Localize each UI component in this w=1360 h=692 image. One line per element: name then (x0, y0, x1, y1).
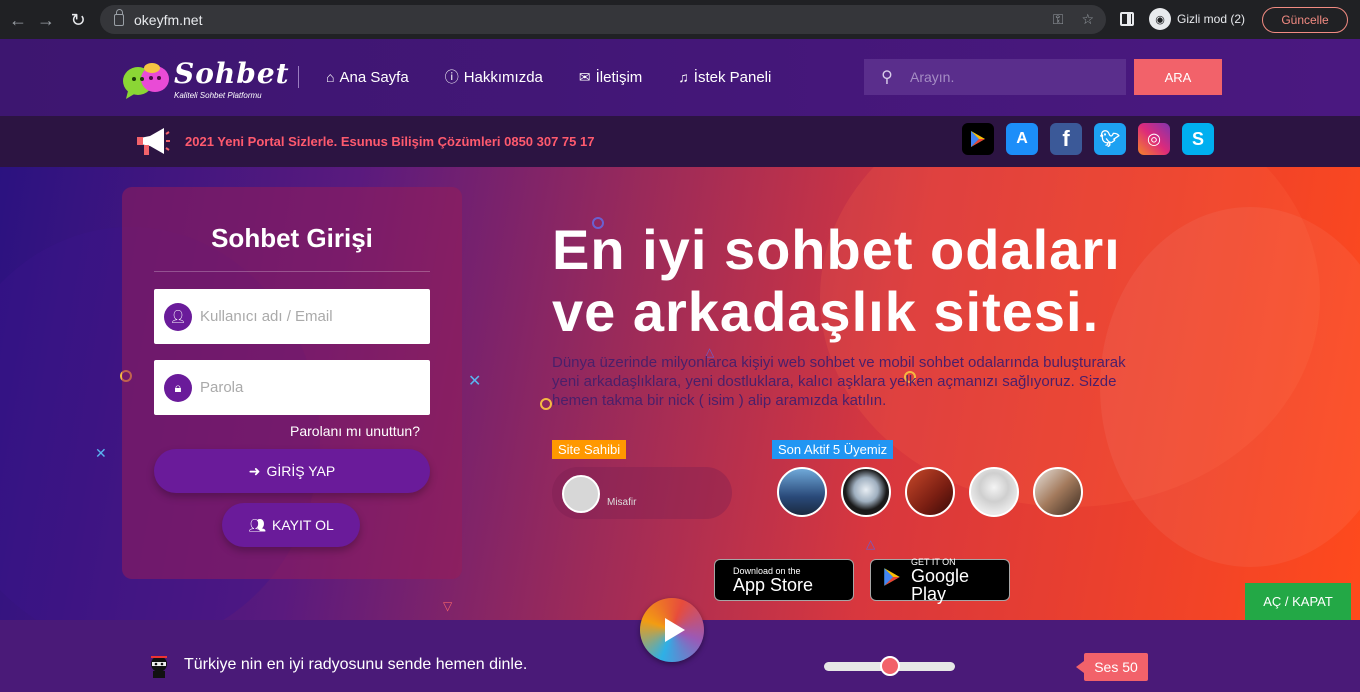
google-play-button[interactable]: GET IT ON Google Play (870, 557, 1010, 604)
google-play-icon (881, 566, 903, 594)
forgot-password-link[interactable]: Parolanı mı unuttun? (290, 423, 420, 439)
avatar (562, 475, 600, 513)
volume-label: Ses 50 (1076, 653, 1148, 681)
cross-decoration: ✕ (468, 373, 482, 390)
avatar[interactable] (841, 467, 891, 517)
ninja-icon (151, 656, 167, 678)
login-button-label: GİRİŞ YAP (266, 463, 336, 479)
login-divider (154, 271, 430, 272)
google-play-icon[interactable] (962, 123, 994, 155)
search-icon: ⚲ (881, 69, 893, 86)
menu-label: Hakkımızda (463, 68, 543, 86)
lock-icon: 🔒︎ (164, 373, 192, 402)
radio-tagline: Türkiye nin en iyi radyosunu sende hemen… (184, 656, 528, 673)
password-field: 🔒︎ (154, 360, 430, 415)
incognito-indicator[interactable]: ◉ Gizli mod (2) (1149, 8, 1245, 30)
register-button[interactable]: 👥︎ KAYIT OL (222, 503, 360, 547)
app-store-button[interactable]: Download on the App Store (714, 559, 854, 601)
volume-slider-thumb[interactable] (879, 656, 900, 676)
site-owner-card[interactable]: Misafir (552, 467, 732, 519)
menu-label: İstek Paneli (693, 68, 772, 86)
hero-headline: En iyi sohbet odaları ve arkadaşlık site… (552, 219, 1192, 343)
url-text: okeyfm.net (134, 11, 203, 28)
sign-in-icon: ➜ (248, 462, 261, 479)
recent-members (777, 467, 1083, 517)
store-large-text: Google Play (911, 566, 970, 604)
avatar[interactable] (777, 467, 827, 517)
menu-label: Ana Sayfa (339, 68, 409, 86)
logo-tagline: Kaliteli Sohbet Platformu (174, 91, 262, 100)
instagram-icon[interactable]: ◎ (1138, 123, 1170, 155)
megaphone-icon (137, 128, 170, 155)
main-menu: ⌂ Ana Sayfa ⓘ Hakkımızda ✉ İletişim ♫ İs… (326, 67, 771, 87)
cross-decoration: ✕ (95, 445, 107, 461)
app-store-icon[interactable]: A (1006, 123, 1038, 155)
username-field: 👤︎ (154, 289, 430, 344)
lock-icon (114, 8, 124, 26)
owner-badge: Site Sahibi (552, 440, 627, 459)
browser-toolbar: ← → ↻ okeyfm.net ⚿ ☆ ◉ Gizli mod (2) Gün… (0, 0, 1360, 39)
incognito-icon: ◉ (1149, 8, 1171, 30)
forward-icon[interactable]: → (32, 6, 60, 34)
envelope-icon: ✉ (578, 68, 591, 85)
members-badge: Son Aktif 5 Üyemiz (772, 440, 894, 459)
side-panel-icon[interactable] (1120, 12, 1134, 26)
site-logo[interactable]: Sohbet Kaliteli Sohbet Platformu (122, 57, 289, 105)
avatar[interactable] (969, 467, 1019, 517)
header-divider (298, 66, 299, 88)
play-button[interactable] (640, 598, 704, 662)
key-icon[interactable]: ⚿ (1053, 11, 1064, 28)
announcement-bar: 2021 Yeni Portal Sizlerle. Esunus Bilişi… (0, 116, 1360, 167)
owner-name: Misafir (607, 497, 637, 508)
username-input[interactable] (200, 308, 420, 325)
menu-item-contact[interactable]: ✉ İletişim (579, 67, 642, 87)
info-icon: ⓘ (444, 69, 459, 85)
reload-icon[interactable]: ↻ (64, 6, 92, 34)
avatar[interactable] (1033, 467, 1083, 517)
menu-item-home[interactable]: ⌂ Ana Sayfa (326, 67, 409, 87)
toggle-button[interactable]: AÇ / KAPAT (1245, 583, 1351, 620)
user-plus-icon: 👤︎ (164, 302, 192, 331)
search-input[interactable] (910, 69, 1110, 85)
social-links: A f 🐦︎ ◎ S (962, 123, 1214, 155)
skype-icon[interactable]: S (1182, 123, 1214, 155)
search-box: ⚲ (864, 59, 1126, 95)
volume-slider[interactable] (824, 656, 955, 676)
avatar[interactable] (905, 467, 955, 517)
triangle-decoration: ▽ (443, 599, 453, 613)
site-header: Sohbet Kaliteli Sohbet Platformu ⌂ Ana S… (0, 39, 1360, 116)
user-add-icon: 👥︎ (248, 516, 267, 533)
login-title: Sohbet Girişi (211, 223, 373, 253)
store-large-text: App Store (733, 575, 814, 595)
music-icon: ♫ (678, 69, 689, 85)
circle-decoration (540, 398, 552, 410)
twitter-icon[interactable]: 🐦︎ (1094, 123, 1126, 155)
search-button[interactable]: ARA (1134, 59, 1222, 95)
star-icon[interactable]: ☆ (1081, 11, 1094, 28)
facebook-icon[interactable]: f (1050, 123, 1082, 155)
menu-label: İletişim (595, 68, 643, 86)
update-button[interactable]: Güncelle (1262, 7, 1348, 33)
hero-description: Dünya üzerinde milyonlarca kişiyi web so… (552, 354, 1126, 409)
home-icon: ⌂ (326, 69, 335, 85)
triangle-decoration: △ (866, 537, 876, 551)
incognito-label: Gizli mod (2) (1177, 12, 1246, 26)
chat-bubbles-logo-icon (123, 63, 169, 99)
back-icon[interactable]: ← (4, 6, 32, 34)
headline-line: ve arkadaşlık sitesi. (552, 280, 1100, 343)
menu-item-request-panel[interactable]: ♫ İstek Paneli (678, 67, 771, 87)
menu-item-about[interactable]: ⓘ Hakkımızda (445, 67, 543, 87)
announcement-text: 2021 Yeni Portal Sizlerle. Esunus Bilişi… (185, 134, 595, 149)
login-card: Sohbet Girişi 👤︎ 🔒︎ Parolanı mı unuttun?… (122, 187, 462, 579)
headline-line: En iyi sohbet odaları (552, 218, 1121, 281)
password-input[interactable] (200, 379, 420, 396)
logo-name: Sohbet (174, 57, 290, 90)
hero-section: ✕ ✕ △ △ ▽ Sohbet Girişi 👤︎ 🔒︎ Parolanı m… (0, 167, 1360, 620)
register-button-label: KAYIT OL (272, 517, 334, 533)
address-bar[interactable]: okeyfm.net ⚿ ☆ (100, 5, 1106, 34)
login-button[interactable]: ➜ GİRİŞ YAP (154, 449, 430, 493)
